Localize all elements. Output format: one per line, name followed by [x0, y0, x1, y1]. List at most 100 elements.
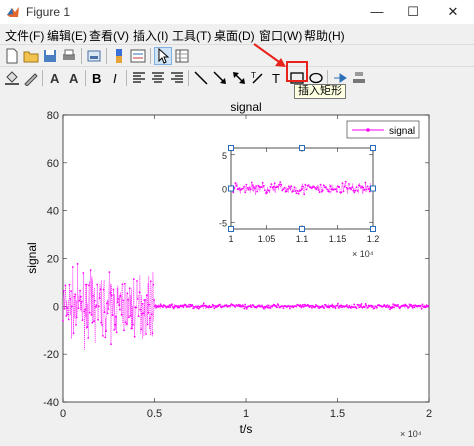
signal-point	[397, 304, 399, 306]
signal-point	[367, 306, 369, 309]
signal-point	[338, 185, 340, 188]
window-title: Figure 1	[26, 5, 71, 19]
svg-text:B: B	[92, 71, 101, 86]
signal-point	[72, 332, 75, 335]
signal-point	[100, 321, 103, 324]
line-color-icon[interactable]	[23, 70, 39, 86]
insert-legend-icon[interactable]	[130, 48, 146, 64]
signal-point	[153, 299, 156, 301]
signal-point	[334, 307, 337, 310]
signal-point	[140, 328, 143, 331]
text-color-icon[interactable]: A	[47, 70, 63, 86]
signal-point	[325, 186, 327, 189]
signal-point	[267, 307, 269, 309]
signal-point	[295, 192, 298, 195]
signal-point	[118, 304, 120, 307]
align-right-icon[interactable]	[169, 70, 185, 86]
x-axis-label: t/s	[240, 422, 253, 436]
signal-point	[294, 190, 297, 193]
menu-edit[interactable]: 编辑(E)	[47, 27, 87, 44]
signal-point	[89, 269, 92, 271]
plot-svg: signal t/s signal × 10⁴ -40-200204060800…	[25, 100, 432, 439]
signal-point	[272, 185, 275, 188]
signal-point	[251, 184, 254, 187]
align-center-icon[interactable]	[150, 70, 166, 86]
italic-icon[interactable]: I	[108, 70, 124, 86]
signal-point	[148, 303, 151, 306]
new-figure-icon[interactable]	[4, 48, 20, 64]
insert-line-icon[interactable]	[193, 70, 209, 86]
signal-point	[386, 304, 389, 306]
signal-point	[318, 191, 321, 194]
signal-point	[125, 323, 128, 325]
property-inspector-icon[interactable]	[174, 48, 190, 64]
signal-point	[101, 324, 103, 326]
insert-textbox-icon[interactable]: T	[269, 70, 285, 86]
signal-point	[131, 327, 134, 330]
signal-point	[77, 307, 80, 310]
menu-file[interactable]: 文件(F)	[5, 27, 44, 44]
signal-point	[162, 306, 164, 309]
y-tick-label: -40	[43, 397, 59, 409]
signal-point	[299, 304, 302, 306]
font-icon[interactable]: A	[66, 70, 82, 86]
signal-point	[406, 305, 408, 308]
signal-point	[110, 343, 112, 346]
signal-point	[270, 183, 273, 186]
signal-point	[264, 189, 266, 192]
insert-text-arrow-icon[interactable]: T	[250, 70, 266, 86]
signal-point	[171, 303, 173, 306]
signal-point	[315, 188, 318, 191]
signal-point	[392, 303, 395, 305]
y-tick-label: 5	[222, 151, 227, 161]
bold-icon[interactable]: B	[89, 70, 105, 86]
signal-point	[281, 305, 284, 308]
signal-point	[288, 305, 290, 307]
signal-point	[150, 313, 153, 316]
signal-point	[353, 191, 356, 194]
menu-view[interactable]: 查看(V)	[89, 27, 129, 44]
signal-point	[304, 183, 307, 186]
align-distribute-icon[interactable]	[351, 70, 367, 86]
signal-point	[181, 304, 184, 307]
signal-point	[123, 282, 126, 285]
signal-point	[296, 189, 299, 192]
link-plot-icon[interactable]	[86, 48, 102, 64]
signal-point	[250, 306, 253, 308]
toolbar-separator	[81, 48, 82, 64]
save-icon[interactable]	[42, 48, 58, 64]
signal-point	[301, 188, 303, 191]
print-icon[interactable]	[61, 48, 77, 64]
signal-point	[67, 313, 69, 316]
menu-desktop[interactable]: 桌面(D)	[214, 27, 255, 44]
menu-insert[interactable]: 插入(I)	[133, 27, 168, 44]
insert-colorbar-icon[interactable]	[111, 48, 127, 64]
signal-point	[352, 306, 355, 309]
align-left-icon[interactable]	[131, 70, 147, 86]
signal-point	[346, 304, 348, 306]
minimize-button[interactable]: —	[360, 0, 394, 24]
close-button[interactable]: ✕	[436, 0, 470, 24]
open-file-icon[interactable]	[23, 48, 39, 64]
menu-tools[interactable]: 工具(T)	[172, 27, 211, 44]
signal-point	[213, 307, 216, 310]
signal-point	[316, 187, 319, 189]
svg-text:T: T	[251, 71, 256, 80]
signal-point	[283, 187, 286, 189]
signal-point	[340, 304, 343, 307]
signal-point	[80, 300, 83, 303]
signal-point	[407, 306, 410, 309]
edit-plot-cursor-icon[interactable]	[154, 47, 172, 65]
signal-point	[413, 306, 416, 309]
selection-handle	[299, 145, 305, 151]
signal-point	[169, 306, 172, 308]
signal-point	[109, 292, 112, 294]
menu-help[interactable]: 帮助(H)	[304, 27, 345, 44]
fill-color-icon[interactable]	[4, 70, 20, 86]
signal-point	[171, 305, 174, 308]
maximize-button[interactable]: ☐	[396, 0, 430, 24]
matlab-logo-icon	[7, 7, 19, 17]
signal-point	[360, 187, 362, 189]
insert-arrow-icon[interactable]	[212, 70, 228, 86]
insert-double-arrow-icon[interactable]	[231, 70, 247, 86]
